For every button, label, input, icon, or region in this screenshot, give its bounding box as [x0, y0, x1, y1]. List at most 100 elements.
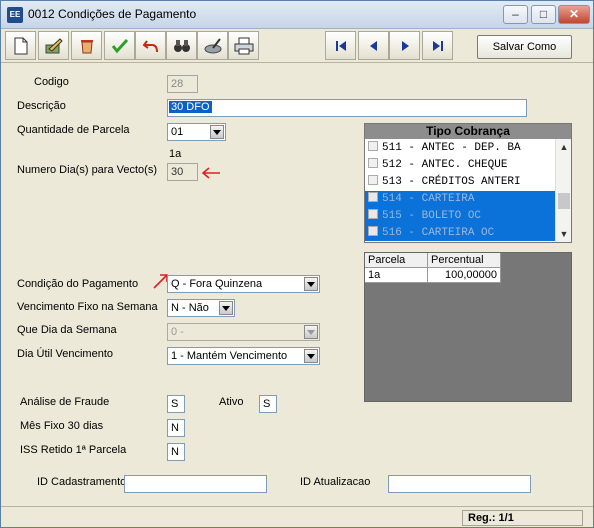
first-record-icon	[335, 40, 346, 51]
window: EE 0012 Condições de Pagamento – □ ✕ Sal…	[0, 0, 594, 528]
list-item-label: 514 - CARTEIRA	[382, 193, 475, 205]
minimize-button[interactable]: –	[503, 5, 528, 24]
chevron-down-icon	[304, 325, 318, 339]
dia-semana-value: 0 -	[171, 326, 184, 338]
descricao-field[interactable]: 30 DFO	[167, 99, 527, 117]
fraude-label: Análise de Fraude	[20, 396, 110, 408]
chevron-down-icon[interactable]	[304, 349, 318, 363]
edit-button[interactable]	[38, 31, 69, 60]
first-record-button[interactable]	[325, 31, 356, 60]
dia-util-select[interactable]: 1 - Mantém Vencimento	[167, 347, 320, 365]
tools-button[interactable]	[197, 31, 228, 60]
parcela-hint: 1a	[169, 148, 182, 160]
codigo-label: Codigo	[34, 76, 69, 88]
tipo-cobranca-panel: Tipo Cobrança 511 - ANTEC - DEP. BA 512 …	[364, 123, 572, 243]
qtd-parcela-label: Quantidade de Parcela	[17, 124, 130, 136]
next-record-icon	[401, 40, 409, 51]
iss-field[interactable]: N	[167, 443, 185, 461]
list-item[interactable]: 512 - ANTEC. CHEQUE	[365, 157, 556, 174]
venc-fixo-select[interactable]: N - Não	[167, 299, 235, 317]
dia-semana-label: Que Dia da Semana	[17, 324, 117, 336]
scroll-up-icon[interactable]: ▲	[557, 140, 571, 154]
mes-fixo-field[interactable]: N	[167, 419, 185, 437]
venc-fixo-label: Vencimento Fixo na Semana	[17, 301, 158, 313]
checkbox[interactable]	[368, 175, 378, 185]
undo-arrow-icon	[142, 39, 158, 52]
fraude-field[interactable]: S	[167, 395, 185, 413]
dia-util-label: Dia Útil Vencimento	[17, 348, 113, 360]
list-item-label: 515 - BOLETO OC	[382, 210, 482, 222]
id-cadastramento-label: ID Cadastramento	[37, 476, 127, 488]
descricao-label: Descrição	[17, 100, 66, 112]
chevron-down-icon[interactable]	[219, 301, 233, 315]
iss-label: ISS Retido 1ª Parcela	[20, 444, 127, 456]
dias-vecto-field[interactable]: 30	[167, 163, 198, 181]
column-header-parcela[interactable]: Parcela	[365, 253, 428, 268]
dia-util-value: 1 - Mantém Vencimento	[171, 350, 288, 362]
list-item-label: 512 - ANTEC. CHEQUE	[382, 159, 508, 171]
edit-pencil-icon	[45, 37, 63, 53]
confirm-button[interactable]	[104, 31, 135, 60]
chevron-down-icon[interactable]	[210, 125, 224, 139]
list-item-label: 516 - CARTEIRA OC	[382, 227, 495, 239]
annotation-arrow-icon	[201, 167, 220, 179]
descricao-selected-text: 30 DFO	[169, 101, 212, 113]
qtd-parcela-value: 01	[171, 126, 184, 138]
list-item[interactable]: 511 - ANTEC - DEP. BA	[365, 140, 556, 157]
new-document-icon	[14, 37, 27, 54]
close-button[interactable]: ✕	[558, 5, 590, 24]
checkbox-checked[interactable]	[368, 226, 378, 236]
table-cell[interactable]: 100,00000	[428, 268, 501, 283]
printer-icon	[234, 37, 253, 54]
codigo-field[interactable]: 28	[167, 75, 198, 93]
list-item[interactable]: 515 - BOLETO OC	[365, 208, 556, 225]
list-item[interactable]: 514 - CARTEIRA	[365, 191, 556, 208]
column-header-percentual[interactable]: Percentual	[428, 253, 501, 268]
binoculars-icon	[173, 39, 190, 52]
scroll-down-icon[interactable]: ▼	[557, 227, 571, 241]
checkbox-checked[interactable]	[368, 192, 378, 202]
table-cell[interactable]: 1a	[365, 268, 428, 283]
list-item[interactable]: 516 - CARTEIRA OC	[365, 225, 556, 241]
dias-vecto-label: Numero Dia(s) para Vecto(s)	[17, 164, 157, 176]
list-item[interactable]: 513 - CRÉDITOS ANTERI	[365, 174, 556, 191]
trash-icon	[80, 39, 93, 53]
condicao-label: Condição do Pagamento	[17, 278, 139, 290]
condicao-select[interactable]: Q - Fora Quinzena	[167, 275, 320, 293]
condicao-value: Q - Fora Quinzena	[171, 278, 263, 290]
id-atualizacao-field[interactable]	[388, 475, 531, 493]
tipo-cobranca-title: Tipo Cobrança	[365, 124, 571, 139]
ativo-field[interactable]: S	[259, 395, 277, 413]
chevron-down-icon[interactable]	[304, 277, 318, 291]
app-icon: EE	[7, 7, 23, 23]
undo-button[interactable]	[135, 31, 166, 60]
save-as-button[interactable]: Salvar Como	[477, 35, 572, 59]
id-cadastramento-field[interactable]	[124, 475, 267, 493]
maximize-button[interactable]: □	[531, 5, 556, 24]
next-record-button[interactable]	[389, 31, 420, 60]
previous-record-icon	[369, 40, 377, 51]
previous-record-button[interactable]	[358, 31, 389, 60]
checkbox[interactable]	[368, 158, 378, 168]
search-button[interactable]	[166, 31, 197, 60]
print-button[interactable]	[228, 31, 259, 60]
last-record-icon	[432, 40, 443, 51]
checkbox-checked[interactable]	[368, 209, 378, 219]
last-record-button[interactable]	[422, 31, 453, 60]
parcelas-grid: Parcela Percentual 1a 100,00000	[364, 252, 572, 402]
delete-button[interactable]	[71, 31, 102, 60]
venc-fixo-value: N - Não	[171, 302, 209, 314]
title-bar: EE 0012 Condições de Pagamento – □ ✕	[1, 1, 593, 29]
ativo-label: Ativo	[219, 396, 244, 408]
vertical-scrollbar[interactable]: ▲ ▼	[555, 139, 571, 242]
checkbox[interactable]	[368, 141, 378, 151]
mes-fixo-label: Mês Fixo 30 dias	[20, 420, 104, 432]
list-item-label: 513 - CRÉDITOS ANTERI	[382, 176, 521, 188]
scroll-thumb[interactable]	[558, 193, 570, 209]
qtd-parcela-select[interactable]: 01	[167, 123, 226, 141]
toolbar: Salvar Como	[1, 29, 593, 63]
new-document-button[interactable]	[5, 31, 36, 60]
dia-semana-select[interactable]: 0 -	[167, 323, 320, 341]
check-icon	[111, 38, 128, 53]
status-bar: Reg.: 1/1	[1, 506, 593, 527]
